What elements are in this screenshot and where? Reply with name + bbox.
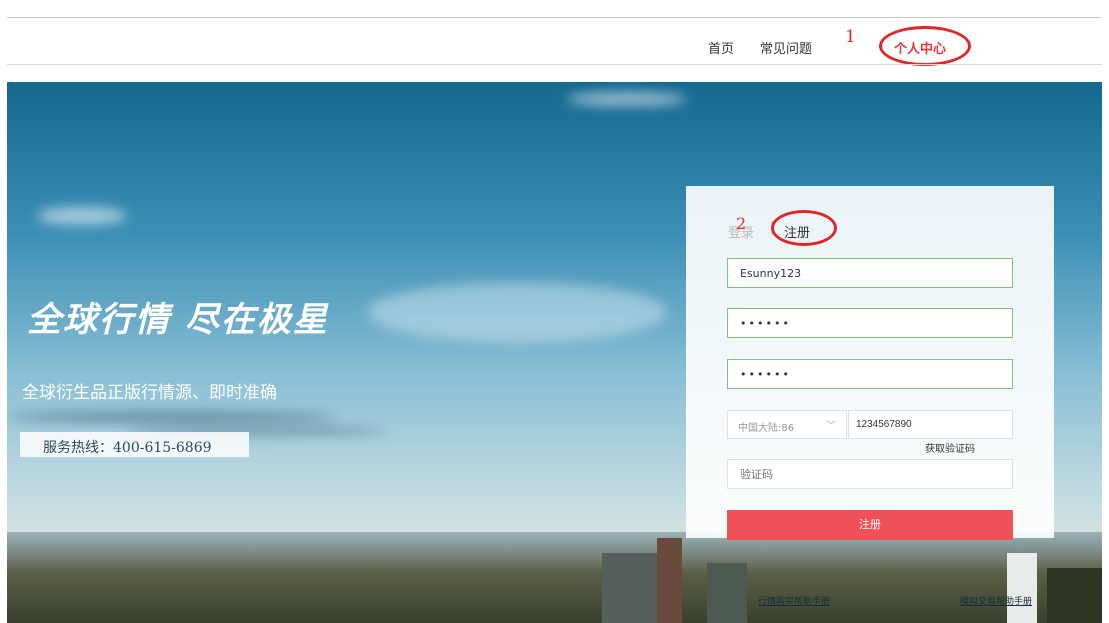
nav-faq-link[interactable]: 常见问题: [760, 38, 812, 57]
hero-tagline: 全球衍生品正版行情源、即时准确: [22, 383, 277, 403]
country-code-value: 中国大陆:86: [738, 423, 795, 434]
cloud-shape: [367, 282, 667, 342]
quote-help-link[interactable]: 行情购买帮助手册: [758, 594, 830, 607]
country-code-select[interactable]: 中国大陆:86 ﹀: [727, 410, 847, 439]
password-input[interactable]: [727, 308, 1013, 338]
annotation-circle-register-tab: [771, 210, 837, 246]
chevron-down-icon: ﹀: [826, 421, 836, 432]
annotation-circle-personal-center: [879, 26, 971, 66]
register-submit-button[interactable]: 注册: [727, 510, 1013, 540]
cloud-shape: [567, 92, 687, 106]
hero-slogan: 全球行情 尽在极星: [27, 300, 329, 340]
username-input[interactable]: [727, 258, 1013, 288]
nav-home-link[interactable]: 首页: [708, 38, 734, 57]
top-nav: 首页 常见问题 1 个人中心: [0, 0, 1109, 66]
building: [707, 563, 747, 623]
city-strip: [7, 532, 1102, 623]
city-skyline-image: [7, 532, 1102, 623]
annotation-step-2: 2: [736, 214, 747, 233]
register-panel: 登录 2 | 注册 中国大陆:86 ﹀ 获取验证码 注册: [686, 186, 1054, 540]
sim-trading-help-link[interactable]: 模拟交易帮助手册: [960, 594, 1032, 607]
building: [1007, 553, 1037, 623]
phone-input[interactable]: [848, 410, 1013, 439]
annotation-step-1: 1: [845, 27, 856, 47]
get-code-button[interactable]: 获取验证码: [925, 440, 975, 455]
building: [657, 538, 682, 623]
cloud-shape: [37, 207, 127, 225]
verification-code-input[interactable]: [727, 459, 1013, 489]
building: [1047, 568, 1102, 623]
hotline-text: 服务热线：400-615-6869: [43, 440, 212, 456]
cloud-shape: [7, 412, 337, 422]
building: [602, 553, 662, 623]
nav-divider: [7, 64, 1102, 65]
confirm-password-input[interactable]: [727, 359, 1013, 389]
